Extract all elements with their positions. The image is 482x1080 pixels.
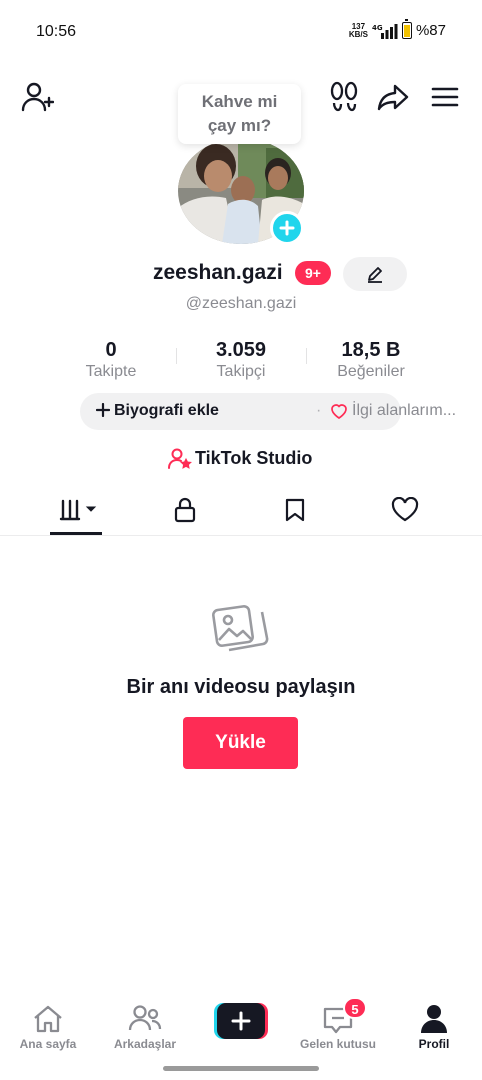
svg-text:4G: 4G [372,24,383,32]
upload-button[interactable]: Yükle [183,717,298,769]
tab-liked[interactable] [345,488,465,535]
stat-following-value: 0 [105,339,117,361]
plus-icon [95,402,111,418]
signal-icon: 4G [372,23,398,39]
nav-inbox-label: Gelen kutusu [299,1037,376,1051]
nav-profile-label: Profil [418,1037,450,1051]
studio-user-star-icon [168,448,192,469]
stat-likes-label: Beğeniler [337,363,405,380]
username[interactable]: zeeshan.gazi [153,261,283,285]
nav-home[interactable]: Ana sayfa [0,992,96,1056]
active-tab-indicator [50,532,102,535]
status-icons: 137 KB/S 4G %87 [348,19,446,39]
add-avatar-button[interactable] [270,211,304,245]
net-speed: 137 KB/S [348,21,368,39]
user-handle: @zeeshan.gazi [185,295,297,312]
friends-icon [128,1005,162,1031]
heart-icon [391,497,419,522]
battery-icon [401,19,412,39]
tab-saved[interactable] [235,488,355,535]
stat-likes-value: 18,5 B [341,339,401,361]
tooltip-line-1: Kahve mi [201,92,278,111]
stat-following[interactable]: 0 Takipte [56,338,166,382]
stat-followers[interactable]: 3.059 Takipçi [186,338,296,382]
username-row: zeeshan.gazi 9+ [0,257,482,291]
create-button[interactable] [214,1003,268,1039]
status-tooltip[interactable]: Kahve mi çay mı? [178,84,301,144]
stat-likes[interactable]: 18,5 B Beğeniler [316,338,426,382]
home-indicator [163,1066,319,1071]
add-bio-button[interactable]: Biyografi ekle [95,402,219,420]
nav-home-label: Ana sayfa [19,1037,77,1051]
bio-separator: · [316,402,322,419]
notification-badge[interactable]: 9+ [295,261,331,285]
nav-profile[interactable]: Profil [386,992,482,1056]
stat-followers-label: Takipçi [216,363,266,380]
add-bio-label: Biyografi ekle [114,402,219,419]
stat-divider [176,348,177,364]
nav-friends-label: Arkadaşlar [113,1037,177,1051]
interests-button[interactable]: İlgi alanlarım... [352,402,456,420]
profile-icon [421,1005,447,1033]
lock-icon [174,497,196,523]
tab-videos[interactable] [16,488,136,535]
status-time: 10:56 [36,23,77,40]
status-bar: 10:56 137 KB/S 4G %87 [0,0,482,64]
battery-percent: %87 [415,22,446,39]
home-icon [34,1005,62,1033]
share-icon[interactable] [376,80,410,114]
footprints-icon[interactable] [327,80,361,114]
grid-icon [59,499,97,521]
stat-divider [306,348,307,364]
profile-stats: 0 Takipte 3.059 Takipçi 18,5 B Beğeniler [0,338,482,384]
studio-label: TikTok Studio [195,448,313,468]
nav-friends[interactable]: Arkadaşlar [97,992,193,1056]
bookmark-icon [285,498,305,522]
bio-pill: Biyografi ekle · İlgi alanlarım... [80,393,456,430]
content-tabs [0,488,482,536]
stat-followers-value: 3.059 [215,339,267,361]
nav-inbox[interactable]: Gelen kutusu [290,992,386,1056]
plus-icon [279,220,295,236]
empty-state-title: Bir anı videosu paylaşın [126,676,356,698]
tooltip-line-2: çay mı? [207,116,272,135]
heart-icon [331,404,347,419]
pencil-icon [368,267,382,283]
photo-stack-icon [212,605,269,652]
add-friend-icon[interactable] [20,80,54,114]
stat-following-label: Takipte [85,363,137,380]
tab-private[interactable] [125,488,245,535]
inbox-badge: 5 [343,997,367,1019]
menu-icon[interactable] [428,80,462,114]
edit-profile-button[interactable] [343,257,407,291]
